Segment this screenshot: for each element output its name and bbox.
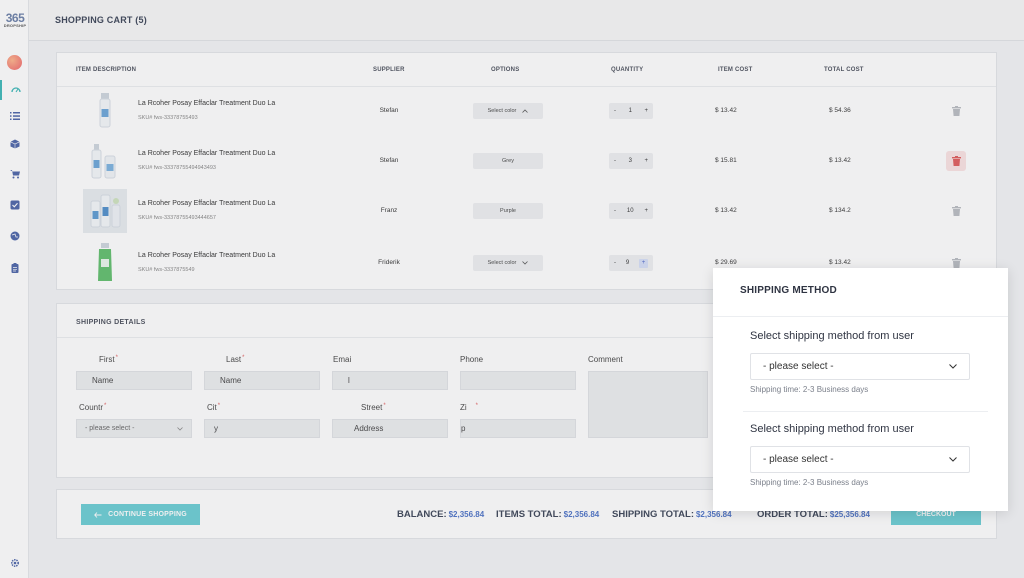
shipping-method-modal: SHIPPING METHOD Select shipping method f… xyxy=(713,268,1008,511)
shipping-method-select[interactable]: - please select - xyxy=(750,446,970,473)
shipping-method-value: - please select - xyxy=(763,361,834,372)
modal-section-divider xyxy=(743,411,988,412)
chevron-down-icon xyxy=(949,364,957,369)
chevron-down-icon xyxy=(949,457,957,462)
shipping-method-label: Select shipping method from user xyxy=(750,423,914,435)
shipping-method-value: - please select - xyxy=(763,454,834,465)
modal-divider xyxy=(713,316,1008,317)
shipping-time-note: Shipping time: 2-3 Business days xyxy=(750,478,869,487)
shipping-method-select[interactable]: - please select - xyxy=(750,353,970,380)
shipping-time-note: Shipping time: 2-3 Business days xyxy=(750,385,869,394)
modal-title: SHIPPING METHOD xyxy=(740,285,837,296)
shipping-method-label: Select shipping method from user xyxy=(750,330,914,342)
